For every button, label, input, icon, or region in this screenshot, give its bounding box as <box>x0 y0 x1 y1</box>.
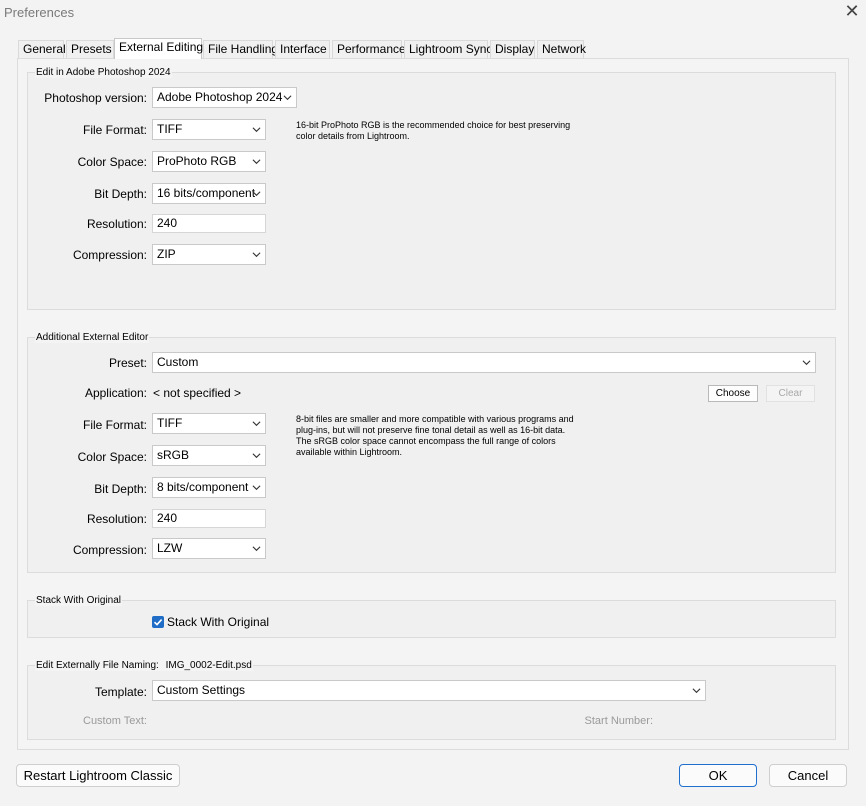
ps-file-format-label: File Format: <box>82 123 147 137</box>
ext-bit-depth-label: Bit Depth: <box>94 482 147 496</box>
ps-file-format-value: TIFF <box>157 122 183 136</box>
ext-color-space-dropdown[interactable]: sRGB <box>152 445 266 466</box>
stack-group <box>27 600 836 638</box>
stack-group-legend: Stack With Original <box>35 595 123 606</box>
chevron-down-icon <box>802 360 811 366</box>
chevron-down-icon <box>283 95 292 101</box>
additional-editor-legend: Additional External Editor <box>35 332 150 343</box>
ext-file-format-label: File Format: <box>82 418 147 432</box>
chevron-down-icon <box>252 546 261 552</box>
ps-compression-label: Compression: <box>72 248 147 262</box>
ext-file-format-dropdown[interactable]: TIFF <box>152 413 266 434</box>
start-number-label: Start Number: <box>584 715 653 727</box>
file-naming-example: IMG_0002-Edit.psd <box>165 660 252 671</box>
file-naming-legend: Edit Externally File Naming: IMG_0002-Ed… <box>35 660 253 671</box>
preset-label: Preset: <box>108 356 147 370</box>
window-title: Preferences <box>4 5 75 20</box>
ps-color-space-dropdown[interactable]: ProPhoto RGB <box>152 151 266 172</box>
application-label: Application: <box>84 386 147 400</box>
tab-network[interactable]: Network <box>537 40 586 58</box>
ps-bit-depth-dropdown[interactable]: 16 bits/component <box>152 183 266 204</box>
photoshop-group-legend: Edit in Adobe Photoshop 2024 <box>35 67 172 78</box>
ext-compression-label: Compression: <box>72 543 147 557</box>
tab-file-handling[interactable]: File Handling <box>203 40 278 58</box>
ext-note-line-4: available within Lightroom. <box>296 447 403 457</box>
template-value: Custom Settings <box>157 683 246 697</box>
ps-note-line-1: 16-bit ProPhoto RGB is the recommended c… <box>296 120 571 130</box>
file-naming-legend-label: Edit Externally File Naming: <box>36 660 159 671</box>
ps-bit-depth-label: Bit Depth: <box>94 187 147 201</box>
ext-color-space-label: Color Space: <box>77 450 147 464</box>
ext-resolution-label: Resolution: <box>86 512 147 526</box>
preset-dropdown[interactable]: Custom <box>152 352 816 373</box>
chevron-down-icon <box>252 453 261 459</box>
tab-display[interactable]: Display <box>490 40 535 58</box>
ps-resolution-input[interactable]: 240 <box>152 214 266 233</box>
stack-checkbox[interactable] <box>152 616 164 628</box>
ps-resolution-label: Resolution: <box>86 217 147 231</box>
ps-note-line-2: color details from Lightroom. <box>296 131 410 141</box>
ext-note-line-3: The sRGB color space cannot encompass th… <box>296 436 556 446</box>
template-label: Template: <box>94 685 147 699</box>
photoshop-version-dropdown[interactable]: Adobe Photoshop 2024 <box>152 87 297 108</box>
chevron-down-icon <box>252 421 261 427</box>
ext-file-format-value: TIFF <box>157 416 183 430</box>
ps-color-space-label: Color Space: <box>77 155 147 169</box>
title-bar: Preferences ✕ <box>0 0 866 26</box>
ext-bit-depth-dropdown[interactable]: 8 bits/component <box>152 477 266 498</box>
chevron-down-icon <box>252 252 261 258</box>
custom-text-label: Custom Text: <box>83 715 147 727</box>
ext-compression-value: LZW <box>157 541 183 555</box>
tab-external-editing[interactable]: External Editing <box>114 38 203 59</box>
cancel-button[interactable]: Cancel <box>769 764 847 787</box>
tab-general[interactable]: General <box>18 40 66 58</box>
ext-note-line-1: 8-bit files are smaller and more compati… <box>296 414 574 424</box>
photoshop-group <box>27 72 836 310</box>
ext-note-line-2: plug-ins, but will not preserve fine ton… <box>296 425 566 435</box>
chevron-down-icon <box>252 191 261 197</box>
file-naming-group <box>27 665 836 740</box>
template-dropdown[interactable]: Custom Settings <box>152 680 706 701</box>
photoshop-version-label: Photoshop version: <box>44 91 147 105</box>
tab-interface[interactable]: Interface <box>275 40 330 58</box>
photoshop-version-value: Adobe Photoshop 2024 <box>157 90 283 104</box>
close-icon[interactable]: ✕ <box>842 1 862 21</box>
stack-checkbox-label[interactable]: Stack With Original <box>167 615 269 629</box>
restart-lightroom-button[interactable]: Restart Lightroom Classic <box>16 764 180 787</box>
ps-bit-depth-value: 16 bits/component <box>157 186 256 200</box>
tab-lightroom-sync[interactable]: Lightroom Sync <box>404 40 492 58</box>
ps-compression-dropdown[interactable]: ZIP <box>152 244 266 265</box>
chevron-down-icon <box>252 127 261 133</box>
ext-compression-dropdown[interactable]: LZW <box>152 538 266 559</box>
ps-compression-value: ZIP <box>157 247 176 261</box>
chevron-down-icon <box>252 485 261 491</box>
preset-value: Custom <box>157 355 199 369</box>
ext-resolution-input[interactable]: 240 <box>152 509 266 528</box>
ps-color-space-value: ProPhoto RGB <box>157 154 237 168</box>
tab-performance[interactable]: Performance <box>332 40 406 58</box>
ok-button[interactable]: OK <box>679 764 757 787</box>
ext-color-space-value: sRGB <box>157 448 190 462</box>
ext-bit-depth-value: 8 bits/component <box>157 480 249 494</box>
ps-file-format-dropdown[interactable]: TIFF <box>152 119 266 140</box>
application-value: < not specified > <box>153 386 242 400</box>
choose-button[interactable]: Choose <box>708 385 758 402</box>
chevron-down-icon <box>252 159 261 165</box>
clear-button[interactable]: Clear <box>766 385 815 402</box>
chevron-down-icon <box>692 688 701 694</box>
checkmark-icon <box>153 619 163 626</box>
tab-presets[interactable]: Presets <box>66 40 114 58</box>
